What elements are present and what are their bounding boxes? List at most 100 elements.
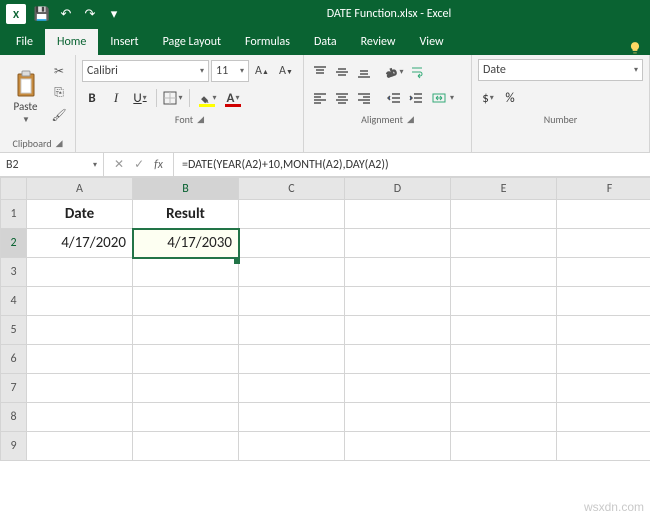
row-header-9[interactable]: 9	[1, 432, 27, 461]
cell[interactable]	[133, 374, 239, 403]
fx-icon[interactable]: fx	[154, 158, 163, 172]
cell[interactable]	[451, 374, 557, 403]
col-header-a[interactable]: A	[27, 178, 133, 200]
cell-a2[interactable]: 4/17/2020	[27, 229, 133, 258]
cell[interactable]	[27, 432, 133, 461]
cell-b2[interactable]: 4/17/2030	[133, 229, 239, 258]
cell[interactable]	[451, 403, 557, 432]
increase-indent-icon[interactable]	[406, 87, 426, 109]
cell[interactable]	[557, 403, 650, 432]
select-all-button[interactable]	[1, 178, 27, 200]
row-header-3[interactable]: 3	[1, 258, 27, 287]
col-header-f[interactable]: F	[557, 178, 650, 200]
dialog-launcher-icon[interactable]: ◢	[407, 114, 414, 125]
tab-review[interactable]: Review	[349, 29, 408, 55]
percent-format-icon[interactable]: %	[500, 87, 520, 109]
font-color-button[interactable]: A▾	[222, 87, 244, 109]
row-header-6[interactable]: 6	[1, 345, 27, 374]
cell[interactable]	[345, 345, 451, 374]
row-header-8[interactable]: 8	[1, 403, 27, 432]
cell[interactable]	[345, 287, 451, 316]
align-top-icon[interactable]	[310, 61, 330, 83]
cell[interactable]	[239, 316, 345, 345]
cell[interactable]	[557, 200, 650, 229]
cell[interactable]	[345, 200, 451, 229]
copy-icon[interactable]: ⎘	[49, 83, 69, 103]
borders-button[interactable]: ▾	[163, 87, 183, 109]
cell[interactable]	[27, 287, 133, 316]
col-header-e[interactable]: E	[451, 178, 557, 200]
fill-color-button[interactable]: ▾	[196, 87, 218, 109]
cell[interactable]	[345, 374, 451, 403]
qat-customize-icon[interactable]: ▾	[106, 4, 122, 24]
redo-icon[interactable]: ↷	[82, 4, 98, 24]
cell[interactable]	[27, 316, 133, 345]
col-header-d[interactable]: D	[345, 178, 451, 200]
cut-icon[interactable]: ✂	[49, 61, 69, 81]
align-center-icon[interactable]	[332, 87, 352, 109]
number-format-select[interactable]: Date▾	[478, 59, 643, 81]
cell[interactable]	[239, 345, 345, 374]
cell[interactable]	[133, 403, 239, 432]
cell[interactable]	[557, 374, 650, 403]
cell[interactable]	[27, 374, 133, 403]
tab-page-layout[interactable]: Page Layout	[151, 29, 233, 55]
dialog-launcher-icon[interactable]: ◢	[56, 138, 63, 149]
cell[interactable]	[239, 403, 345, 432]
cell[interactable]	[557, 432, 650, 461]
cell[interactable]	[557, 229, 650, 258]
cell[interactable]	[133, 345, 239, 374]
undo-icon[interactable]: ↶	[58, 4, 74, 24]
col-header-b[interactable]: B	[133, 178, 239, 200]
tab-file[interactable]: File	[4, 29, 45, 55]
paste-button[interactable]: Paste ▼	[6, 59, 45, 135]
save-icon[interactable]: 💾	[34, 4, 50, 24]
tab-formulas[interactable]: Formulas	[233, 29, 302, 55]
tell-me[interactable]	[628, 41, 650, 55]
italic-button[interactable]: I	[106, 87, 126, 109]
row-header-5[interactable]: 5	[1, 316, 27, 345]
decrease-indent-icon[interactable]	[384, 87, 404, 109]
cell[interactable]	[345, 316, 451, 345]
decrease-font-icon[interactable]: A▼	[275, 60, 297, 82]
cell[interactable]	[27, 403, 133, 432]
font-name-select[interactable]: Calibri▾	[82, 60, 209, 82]
increase-font-icon[interactable]: A▲	[251, 60, 273, 82]
cell[interactable]	[239, 258, 345, 287]
cell[interactable]	[451, 316, 557, 345]
cell[interactable]	[133, 316, 239, 345]
orientation-icon[interactable]: ab▾	[384, 61, 404, 83]
cell-b1[interactable]: Result	[133, 200, 239, 229]
cell[interactable]	[557, 258, 650, 287]
cell[interactable]	[239, 287, 345, 316]
cell[interactable]	[451, 200, 557, 229]
enter-icon[interactable]: ✓	[134, 157, 144, 172]
cell[interactable]	[557, 287, 650, 316]
cell[interactable]	[239, 200, 345, 229]
align-bottom-icon[interactable]	[354, 61, 374, 83]
tab-view[interactable]: View	[408, 29, 456, 55]
row-header-2[interactable]: 2	[1, 229, 27, 258]
cell[interactable]	[451, 432, 557, 461]
fill-handle[interactable]	[234, 258, 240, 264]
align-right-icon[interactable]	[354, 87, 374, 109]
cell[interactable]	[451, 287, 557, 316]
cell-a1[interactable]: Date	[27, 200, 133, 229]
row-header-4[interactable]: 4	[1, 287, 27, 316]
cell[interactable]	[345, 229, 451, 258]
cell[interactable]	[451, 258, 557, 287]
cell[interactable]	[133, 287, 239, 316]
cell[interactable]	[239, 229, 345, 258]
worksheet-grid[interactable]: A B C D E F 1 Date Result 2 4/17/2020 4/…	[0, 177, 650, 461]
cell[interactable]	[133, 258, 239, 287]
underline-button[interactable]: U▾	[130, 87, 150, 109]
cell[interactable]	[133, 432, 239, 461]
tab-data[interactable]: Data	[302, 29, 349, 55]
tab-home[interactable]: Home	[45, 29, 98, 55]
bold-button[interactable]: B	[82, 87, 102, 109]
accounting-format-icon[interactable]: $▾	[478, 87, 498, 109]
align-middle-icon[interactable]	[332, 61, 352, 83]
wrap-text-button[interactable]	[406, 65, 428, 79]
dialog-launcher-icon[interactable]: ◢	[197, 114, 204, 125]
cell[interactable]	[345, 403, 451, 432]
